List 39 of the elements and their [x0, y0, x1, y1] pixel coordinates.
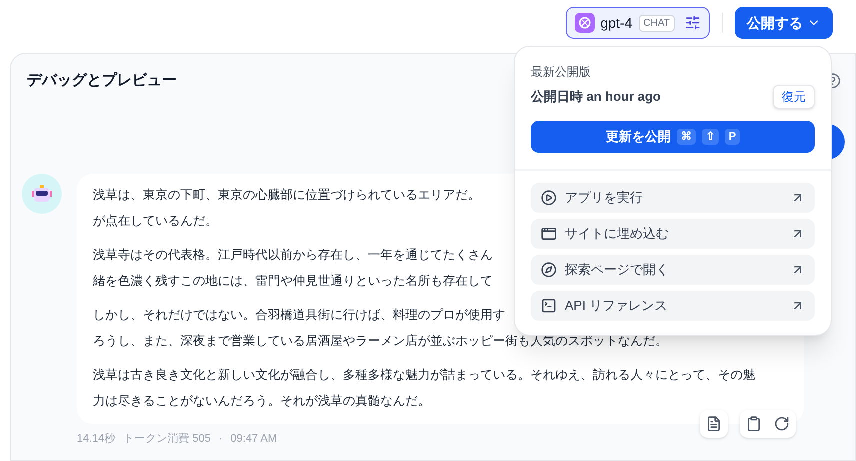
message-text-line: 浅草は古き良き文化と新しい文化が融合し、多種多様な魅力が詰まっている。それゆえ、訪れる人々にとって、その魅	[93, 367, 756, 384]
restore-button[interactable]: 復元	[773, 85, 815, 109]
message-text-line: しかし、それだけではない。合羽橋道具街に行けば、料理のプロが使用す	[93, 307, 506, 324]
model-logo-icon	[574, 13, 595, 33]
clipboard-icon[interactable]	[746, 416, 762, 432]
message-text-line: ろうし、また、深夜まで営業している居酒屋やラーメン店が並ぶホッピー街も人気のスポットなんだ。	[93, 333, 668, 350]
token-usage: トークン消費 505	[124, 432, 211, 447]
compass-icon	[541, 262, 557, 278]
robot-icon	[31, 183, 53, 205]
menu-heading: 最新公開版	[531, 64, 592, 81]
settings-icon	[685, 15, 701, 31]
window-icon	[541, 226, 557, 242]
menu-item[interactable]: 探索ページで開く	[531, 255, 815, 285]
message-text-line: 浅草寺はその代表格。江戸時代以前から存在し、一年を通じてたくさん	[93, 247, 493, 264]
message-text-line: 浅草は、東京の下町、東京の心臓部に位置づけられているエリアだ。	[93, 187, 480, 204]
message-text-line: 力は尽きることがないんだろう。それが浅草の真髄なんだ。	[93, 393, 430, 410]
play-icon	[541, 190, 557, 206]
refresh-icon[interactable]	[774, 416, 790, 432]
message-text-line: 緒を色濃く残すこの地には、雷門や仲見世通りといった名所も存在して	[93, 273, 493, 290]
shortcut-key: ⌘	[676, 129, 696, 145]
document-icon	[706, 416, 722, 432]
model-selector[interactable]: gpt-4 CHAT	[566, 7, 710, 39]
message-text-line: が点在しているんだ。	[93, 213, 218, 230]
shortcut-key: ⇧	[702, 129, 719, 145]
model-name: gpt-4	[600, 14, 633, 33]
response-duration: 14.14秒	[77, 432, 116, 447]
terminal-icon	[541, 298, 557, 314]
update-publish-button[interactable]: 更新を公開 ⌘ ⇧ P	[531, 121, 815, 153]
shortcut-key: P	[724, 129, 740, 145]
menu-item[interactable]: アプリを実行	[531, 183, 815, 213]
publish-button[interactable]: 公開する	[735, 7, 833, 39]
menu-item[interactable]: API リファレンス	[531, 291, 815, 321]
meta-separator: ·	[218, 432, 223, 447]
model-type-tag: CHAT	[638, 14, 675, 32]
published-time: 公開日時 an hour ago	[531, 88, 661, 106]
log-button[interactable]	[700, 410, 728, 438]
menu-item[interactable]: サイトに埋め込む	[531, 219, 815, 249]
message-time: 09:47 AM	[230, 432, 278, 447]
panel-title: デバッグとプレビュー	[27, 70, 177, 91]
